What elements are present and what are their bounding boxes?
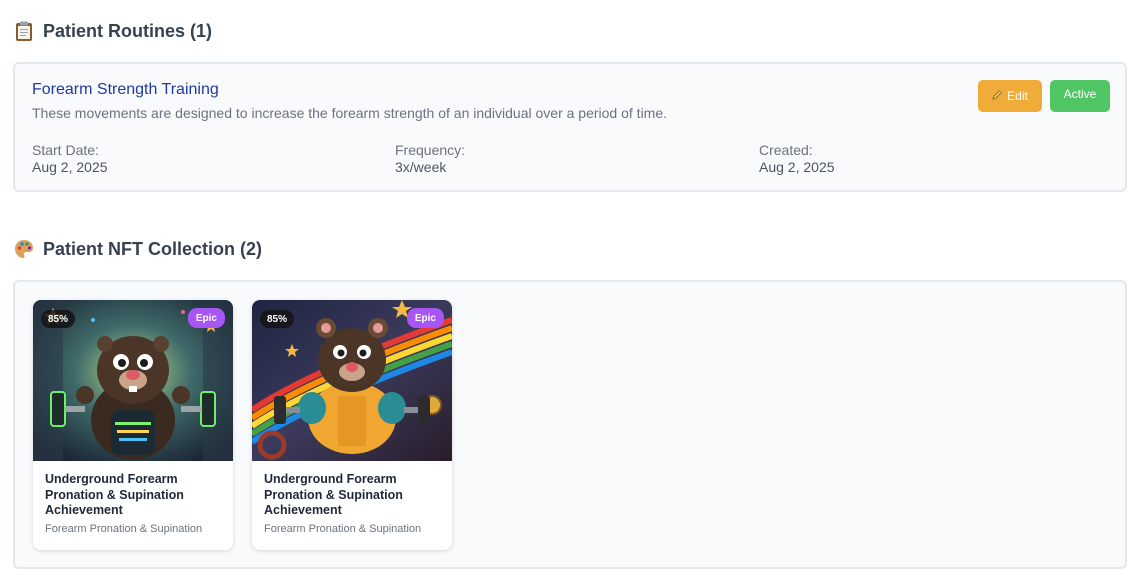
routine-card: Forearm Strength Training These movement… bbox=[13, 62, 1127, 192]
nft-category: Forearm Pronation & Supination bbox=[45, 523, 203, 535]
nft-progress-badge: 85% bbox=[260, 310, 295, 328]
nft-image: 85% Epic bbox=[252, 300, 452, 461]
nft-rarity-badge: Epic bbox=[406, 308, 444, 328]
routines-section-title: Patient Routines (1) bbox=[43, 20, 213, 41]
nft-category: Forearm Pronation & Supination bbox=[264, 523, 422, 535]
nft-image: 85% Epic bbox=[33, 300, 233, 461]
nft-card[interactable]: 85% Epic Underground Forearm Pronation &… bbox=[33, 300, 233, 550]
edit-button-label: Edit bbox=[1007, 89, 1028, 103]
nft-section-title: Patient NFT Collection (2) bbox=[43, 238, 263, 259]
status-badge: Active bbox=[1050, 80, 1110, 112]
frequency-value: 3x/week bbox=[395, 159, 447, 175]
nft-title: Underground Forearm Pronation & Supinati… bbox=[264, 472, 403, 517]
nft-title: Underground Forearm Pronation & Supinati… bbox=[45, 472, 184, 517]
edit-routine-button[interactable]: Edit bbox=[978, 80, 1042, 112]
start-date-value: Aug 2, 2025 bbox=[32, 159, 108, 175]
nft-rarity-badge: Epic bbox=[187, 308, 225, 328]
routine-start-date: Start Date: Aug 2, 2025 bbox=[32, 142, 108, 176]
routines-section-header: Patient Routines (1) bbox=[13, 20, 212, 42]
created-label: Created: bbox=[759, 142, 813, 158]
routine-description: These movements are designed to increase… bbox=[32, 105, 668, 121]
nft-section-header: Patient NFT Collection (2) bbox=[13, 238, 262, 260]
palette-icon bbox=[13, 238, 35, 260]
routine-name-link[interactable]: Forearm Strength Training bbox=[32, 81, 219, 99]
routine-frequency: Frequency: 3x/week bbox=[395, 142, 465, 176]
pencil-icon bbox=[992, 89, 1003, 103]
frequency-label: Frequency: bbox=[395, 142, 466, 158]
routine-created: Created: Aug 2, 2025 bbox=[759, 142, 835, 176]
nft-progress-badge: 85% bbox=[41, 310, 76, 328]
created-value: Aug 2, 2025 bbox=[759, 159, 835, 175]
nft-collection: 85% Epic Underground Forearm Pronation &… bbox=[13, 280, 1127, 569]
start-date-label: Start Date: bbox=[32, 142, 99, 158]
clipboard-icon bbox=[13, 20, 35, 42]
nft-card[interactable]: 85% Epic Underground Forearm Pronation &… bbox=[252, 300, 452, 550]
